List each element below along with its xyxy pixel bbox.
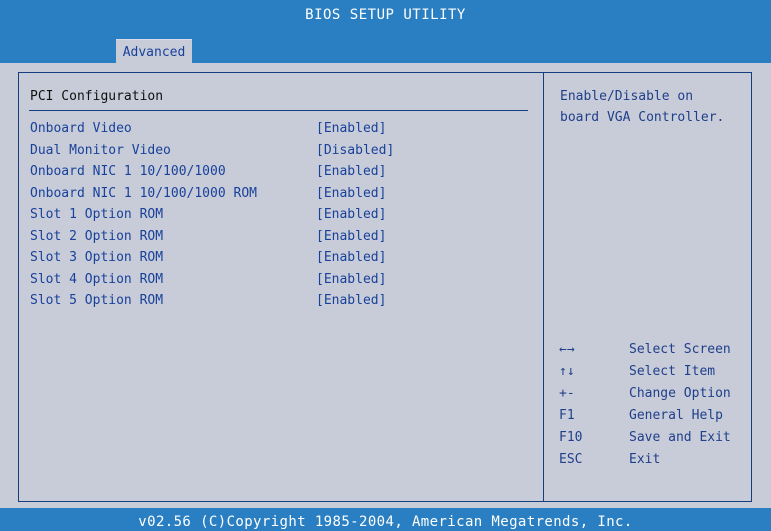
up-down-arrows-icon: ↑↓	[559, 364, 575, 379]
setting-slot-5-option-rom[interactable]: Slot 5 Option ROM [Enabled]	[30, 293, 530, 315]
setting-slot-2-option-rom[interactable]: Slot 2 Option ROM [Enabled]	[30, 229, 530, 251]
help-line: Enable/Disable on	[560, 89, 694, 104]
bios-title-bar: BIOS SETUP UTILITY	[0, 0, 771, 29]
plus-minus-key: +-	[559, 386, 575, 401]
setting-label: Onboard Video	[30, 121, 132, 136]
setting-dual-monitor-video[interactable]: Dual Monitor Video [Disabled]	[30, 143, 530, 165]
copyright-text: v02.56 (C)Copyright 1985-2004, American …	[138, 514, 633, 530]
setting-value[interactable]: [Enabled]	[316, 272, 386, 287]
help-panel: Enable/Disable on board VGA Controller. …	[544, 73, 751, 501]
f1-key: F1	[559, 408, 575, 423]
setting-value[interactable]: [Enabled]	[316, 229, 386, 244]
setting-value[interactable]: [Enabled]	[316, 250, 386, 265]
section-title: PCI Configuration	[30, 89, 164, 104]
f10-key: F10	[559, 430, 583, 445]
setting-onboard-video[interactable]: Onboard Video [Enabled]	[30, 121, 530, 143]
setting-slot-3-option-rom[interactable]: Slot 3 Option ROM [Enabled]	[30, 250, 530, 272]
key-description: Change Option	[629, 386, 731, 401]
copyright-bar: v02.56 (C)Copyright 1985-2004, American …	[0, 508, 771, 531]
setting-value[interactable]: [Enabled]	[316, 186, 386, 201]
help-text: Enable/Disable on board VGA Controller.	[560, 86, 750, 128]
key-description: General Help	[629, 408, 723, 423]
setting-onboard-nic-rom[interactable]: Onboard NIC 1 10/100/1000 ROM [Enabled]	[30, 186, 530, 208]
key-legend-row: F10 Save and Exit	[559, 430, 749, 452]
bios-title: BIOS SETUP UTILITY	[305, 7, 466, 23]
settings-panel: PCI Configuration Onboard Video [Enabled…	[19, 73, 543, 501]
setting-value[interactable]: [Enabled]	[316, 293, 386, 308]
main-panel: PCI Configuration Onboard Video [Enabled…	[18, 72, 752, 502]
setting-value[interactable]: [Disabled]	[316, 143, 394, 158]
esc-key: ESC	[559, 452, 583, 467]
tab-strip: Advanced	[0, 29, 771, 63]
key-legend-row: ←→ Select Screen	[559, 342, 749, 364]
key-description: Exit	[629, 452, 661, 467]
setting-label: Slot 5 Option ROM	[30, 293, 164, 308]
setting-label: Dual Monitor Video	[30, 142, 171, 158]
key-description: Save and Exit	[629, 430, 731, 445]
setting-slot-4-option-rom[interactable]: Slot 4 Option ROM [Enabled]	[30, 272, 530, 294]
setting-value[interactable]: [Enabled]	[316, 121, 386, 136]
setting-label: Slot 2 Option ROM	[30, 228, 164, 244]
key-description: Select Item	[629, 364, 716, 379]
key-description: Select Screen	[629, 342, 731, 357]
setting-label: Slot 1 Option ROM	[30, 207, 164, 222]
setting-label: Slot 4 Option ROM	[30, 271, 164, 287]
tab-advanced[interactable]: Advanced	[116, 39, 192, 63]
key-legend-row: +- Change Option	[559, 386, 749, 408]
setting-slot-1-option-rom[interactable]: Slot 1 Option ROM [Enabled]	[30, 207, 530, 229]
setting-label: Slot 3 Option ROM	[30, 250, 164, 265]
key-legend-row: F1 General Help	[559, 408, 749, 430]
setting-label: Onboard NIC 1 10/100/1000	[30, 164, 226, 179]
section-divider	[29, 110, 528, 111]
setting-value[interactable]: [Enabled]	[316, 207, 386, 222]
setting-onboard-nic[interactable]: Onboard NIC 1 10/100/1000 [Enabled]	[30, 164, 530, 186]
help-line: board VGA Controller.	[560, 110, 725, 125]
setting-value[interactable]: [Enabled]	[316, 164, 386, 179]
settings-list: Onboard Video [Enabled] Dual Monitor Vid…	[30, 121, 530, 315]
left-right-arrows-icon: ←→	[559, 342, 575, 357]
key-legend: ←→ Select Screen ↑↓ Select Item +- Chang…	[559, 342, 749, 474]
setting-label: Onboard NIC 1 10/100/1000 ROM	[30, 185, 257, 201]
key-legend-row: ↑↓ Select Item	[559, 364, 749, 386]
key-legend-row: ESC Exit	[559, 452, 749, 474]
